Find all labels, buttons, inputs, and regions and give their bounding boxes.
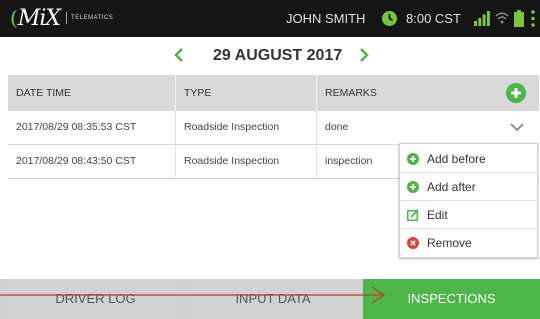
bottom-tab-bar: DRIVER LOG INPUT DATA INSPECTIONS — [0, 279, 540, 319]
column-header-type: TYPE — [175, 75, 315, 111]
plus-circle-icon — [407, 181, 419, 193]
table-header: DATE TIME TYPE REMARKS — [8, 75, 539, 111]
chevron-down-icon[interactable] — [510, 123, 524, 132]
menu-item-edit[interactable]: Edit — [400, 201, 539, 229]
tab-driver-log[interactable]: DRIVER LOG — [8, 279, 183, 319]
signal-icon — [474, 11, 490, 26]
menu-item-label: Edit — [427, 208, 448, 222]
plus-circle-icon — [407, 153, 419, 165]
logo-text: MiX — [17, 5, 61, 31]
user-name: JOHN SMITH — [286, 11, 366, 26]
cell-type: Roadside Inspection — [175, 111, 315, 144]
previous-day-arrow-icon[interactable] — [172, 47, 186, 63]
status-bar: (MiX TELEMATICS JOHN SMITH 8:00 CST — [0, 0, 540, 37]
logo-brand: (MiX — [10, 5, 61, 31]
clock-time: 8:00 CST — [406, 11, 461, 26]
logo-subtitle: TELEMATICS — [71, 15, 114, 21]
menu-item-remove[interactable]: Remove — [400, 229, 539, 257]
logo-divider — [66, 12, 68, 24]
menu-item-label: Add after — [427, 180, 476, 194]
date-navigation: 29 AUGUST 2017 — [0, 37, 540, 73]
cell-remarks: inspection — [316, 145, 406, 178]
column-header-remarks: REMARKS — [316, 75, 476, 111]
cell-type: Roadside Inspection — [175, 145, 315, 178]
remove-circle-icon — [407, 237, 419, 249]
cell-datetime: 2017/08/29 08:35:53 CST — [16, 121, 137, 133]
edit-icon — [407, 209, 419, 221]
menu-item-add-after[interactable]: Add after — [400, 173, 539, 201]
add-inspection-plus-icon[interactable] — [506, 83, 526, 103]
wifi-icon — [495, 12, 509, 24]
battery-icon — [514, 10, 524, 27]
clock-icon — [382, 11, 397, 26]
current-date: 29 AUGUST 2017 — [213, 47, 343, 64]
menu-item-add-before[interactable]: Add before — [400, 145, 539, 173]
tab-input-data[interactable]: INPUT DATA — [185, 279, 361, 319]
menu-item-label: Remove — [427, 236, 472, 250]
row-context-menu: Add before Add after Edit Remove — [399, 143, 539, 258]
column-header-datetime: DATE TIME — [16, 87, 72, 99]
app-logo: (MiX TELEMATICS — [10, 5, 114, 31]
menu-item-label: Add before — [427, 152, 486, 166]
cell-remarks: done — [316, 111, 406, 144]
table-row[interactable]: 2017/08/29 08:35:53 CST Roadside Inspect… — [8, 111, 539, 145]
menu-icon[interactable] — [530, 10, 536, 27]
tab-inspections[interactable]: INSPECTIONS — [363, 279, 540, 319]
cell-datetime: 2017/08/29 08:43:50 CST — [16, 155, 137, 167]
next-day-arrow-icon[interactable] — [357, 47, 371, 63]
